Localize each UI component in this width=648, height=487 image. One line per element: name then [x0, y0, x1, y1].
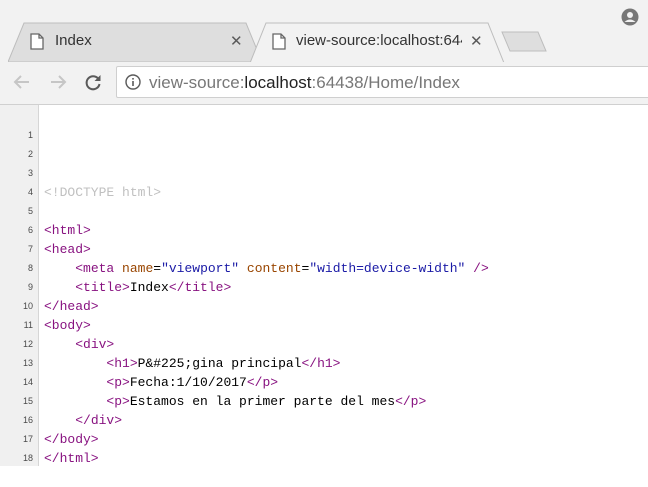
source-line: 4 — [0, 164, 648, 197]
source-line: 6 <head> — [0, 202, 648, 257]
source-line: 7 <meta name="viewport" content="width=d… — [0, 221, 648, 276]
source-line: 17 </html> — [0, 411, 648, 466]
source-line: 18 — [0, 430, 648, 463]
source-line: 2 — [0, 126, 648, 159]
tab-index[interactable]: Index ✕ — [8, 22, 264, 62]
address-bar[interactable]: view-source:localhost:64438/Home/Index — [116, 66, 648, 98]
source-line: 11 <div> — [0, 297, 648, 352]
url-text[interactable]: view-source:localhost:64438/Home/Index — [149, 73, 460, 93]
page-icon — [272, 33, 286, 55]
source-line: 5 <html> — [0, 183, 648, 238]
account-icon[interactable] — [621, 8, 639, 31]
tab-title: view-source:localhost:64438/Home/Index — [296, 32, 462, 49]
arrow-left-icon[interactable] — [12, 72, 32, 97]
tab-strip: Index ✕ view-source:localhost:64438/Home… — [0, 0, 648, 62]
source-line: 12 <h1>P&#225;gina principal</h1> — [0, 316, 648, 371]
html-tag: </html> — [44, 451, 99, 466]
source-line: 8 <title>Index</title> — [0, 240, 648, 295]
tab-title: Index — [55, 32, 92, 49]
new-tab-button[interactable] — [500, 30, 550, 54]
source-line: 13 <p>Fecha:1/10/2017</p> — [0, 335, 648, 390]
source-line: 3 <!DOCTYPE html> — [0, 145, 648, 200]
source-line: 1 — [0, 107, 648, 140]
source-line: 10 <body> — [0, 278, 648, 333]
line-number: 18 — [22, 453, 33, 463]
page-icon — [30, 33, 44, 55]
close-icon[interactable]: ✕ — [470, 34, 483, 50]
close-icon[interactable]: ✕ — [230, 34, 243, 50]
url-host: localhost — [244, 73, 312, 92]
new-tab-shape — [501, 31, 547, 52]
info-icon[interactable] — [125, 74, 141, 95]
source-line: 14 <p>Estamos en la primer parte del mes… — [0, 354, 648, 409]
url-prefix: view-source: — [149, 73, 245, 92]
source-line: 16 </body> — [0, 392, 648, 447]
toolbar: view-source:localhost:64438/Home/Index — [0, 62, 648, 105]
source-line: 9 </head> — [0, 259, 648, 314]
source-line: 15 </div> — [0, 373, 648, 428]
url-path: :64438/Home/Index — [311, 73, 460, 92]
reload-icon[interactable] — [83, 72, 103, 97]
arrow-right-icon[interactable] — [48, 72, 68, 97]
source-view: 1 2 3 <!DOCTYPE html> 4 5 <html> 6 <head… — [0, 105, 648, 466]
tab-view-source[interactable]: view-source:localhost:64438/Home/Index ✕ — [250, 22, 506, 62]
